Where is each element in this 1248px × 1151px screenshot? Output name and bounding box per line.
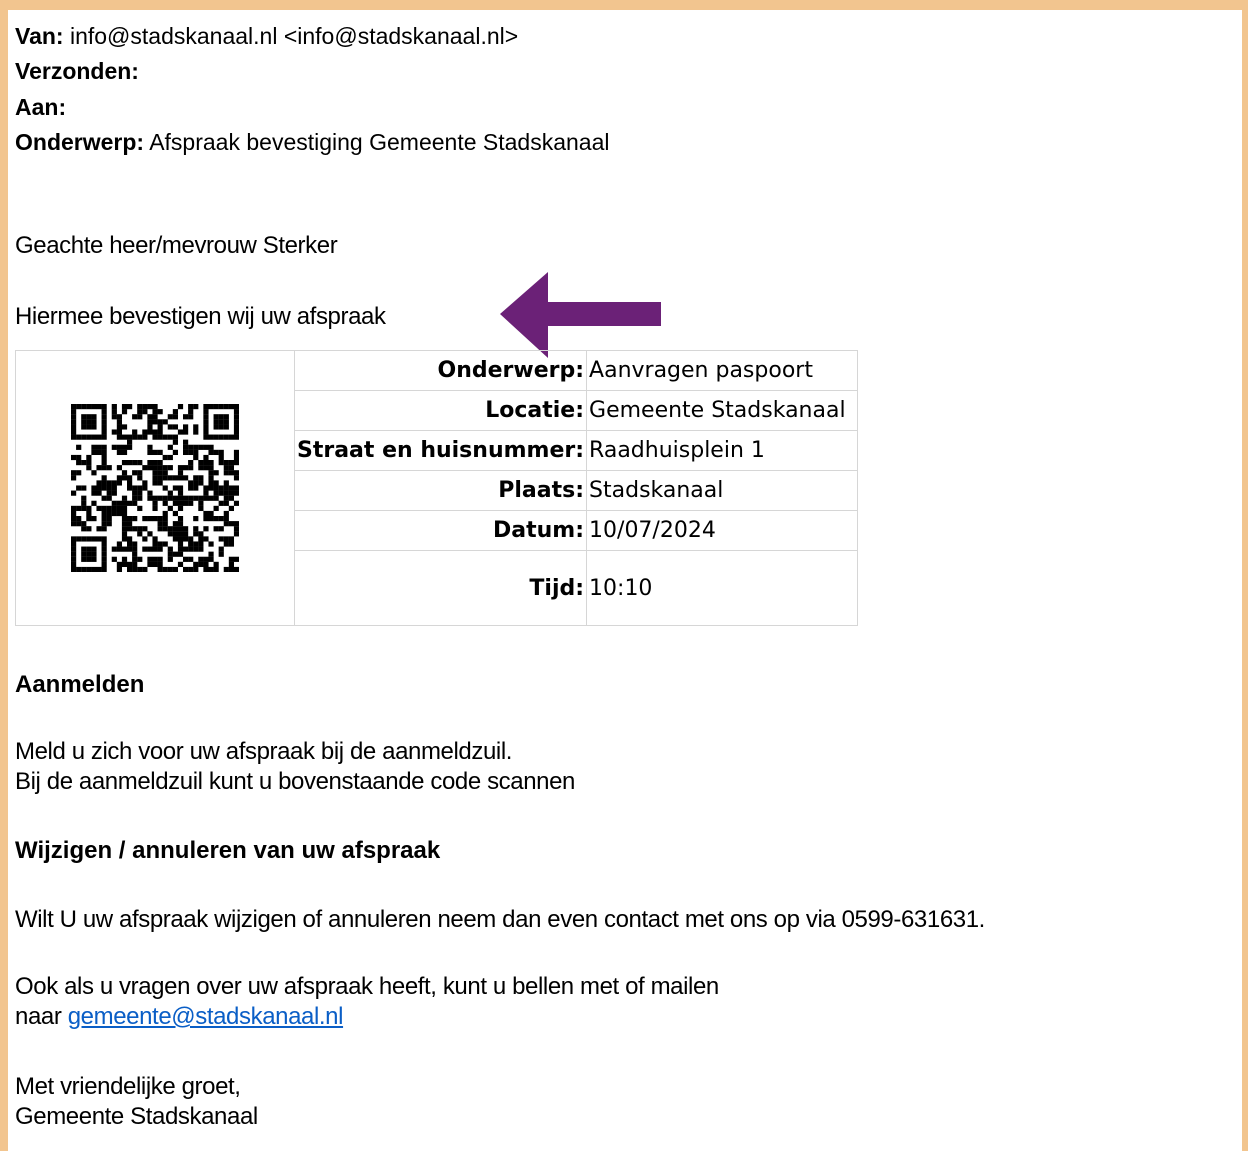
qr-code-icon: [71, 404, 239, 572]
from-line: Van: info@stadskanaal.nl <info@stadskana…: [15, 22, 518, 50]
email-link[interactable]: gemeente@stadskanaal.nl: [68, 1003, 344, 1030]
subject-value: Afspraak bevestiging Gemeente Stadskanaa…: [149, 129, 610, 155]
row-value: Stadskanaal: [586, 470, 859, 511]
subject-line: Onderwerp: Afspraak bevestiging Gemeente…: [15, 128, 609, 156]
row-value: Gemeente Stadskanaal: [586, 390, 859, 431]
row-value: Aanvragen paspoort: [586, 350, 859, 391]
row-label: Straat en huisnummer:: [293, 430, 588, 471]
from-label: Van:: [15, 23, 64, 49]
closing-line1: Met vriendelijke groet,: [15, 1073, 241, 1100]
row-value: 10/07/2024: [586, 510, 859, 551]
arrow-left-icon: [500, 272, 661, 358]
confirm-text: Hiermee bevestigen wij uw afspraak: [15, 303, 386, 330]
row-label: Tijd:: [293, 550, 588, 626]
checkin-line1: Meld u zich voor uw afspraak bij de aanm…: [15, 738, 513, 765]
questions-line2: naar gemeente@stadskanaal.nl: [15, 1002, 343, 1032]
from-value: info@stadskanaal.nl <info@stadskanaal.nl…: [69, 23, 519, 49]
to-line: Aan:: [15, 93, 66, 121]
subject-label: Onderwerp:: [15, 129, 145, 155]
table-row: Onderwerp: Aanvragen paspoort: [15, 350, 859, 626]
greeting: Geachte heer/mevrouw Sterker: [15, 232, 338, 259]
questions-prefix: naar: [15, 1003, 62, 1030]
row-label: Locatie:: [293, 390, 588, 431]
to-label: Aan:: [15, 94, 67, 120]
row-label: Datum:: [293, 510, 588, 551]
checkin-heading: Aanmelden: [15, 671, 145, 698]
appointment-table: Onderwerp: Aanvragen paspoort Locatie: G…: [15, 350, 859, 626]
row-value: 10:10: [586, 550, 859, 626]
row-value: Raadhuisplein 1: [586, 430, 859, 471]
closing-line2: Gemeente Stadskanaal: [15, 1103, 258, 1130]
sent-label: Verzonden:: [15, 58, 139, 84]
sent-line: Verzonden:: [15, 57, 139, 85]
change-text: Wilt U uw afspraak wijzigen of annuleren…: [15, 906, 985, 933]
qr-cell: [15, 350, 295, 626]
row-label: Onderwerp:: [293, 350, 588, 391]
change-heading: Wijzigen / annuleren van uw afspraak: [15, 837, 441, 864]
row-label: Plaats:: [293, 470, 588, 511]
questions-line1: Ook als u vragen over uw afspraak heeft,…: [15, 973, 719, 1000]
checkin-line2: Bij de aanmeldzuil kunt u bovenstaande c…: [15, 768, 576, 795]
